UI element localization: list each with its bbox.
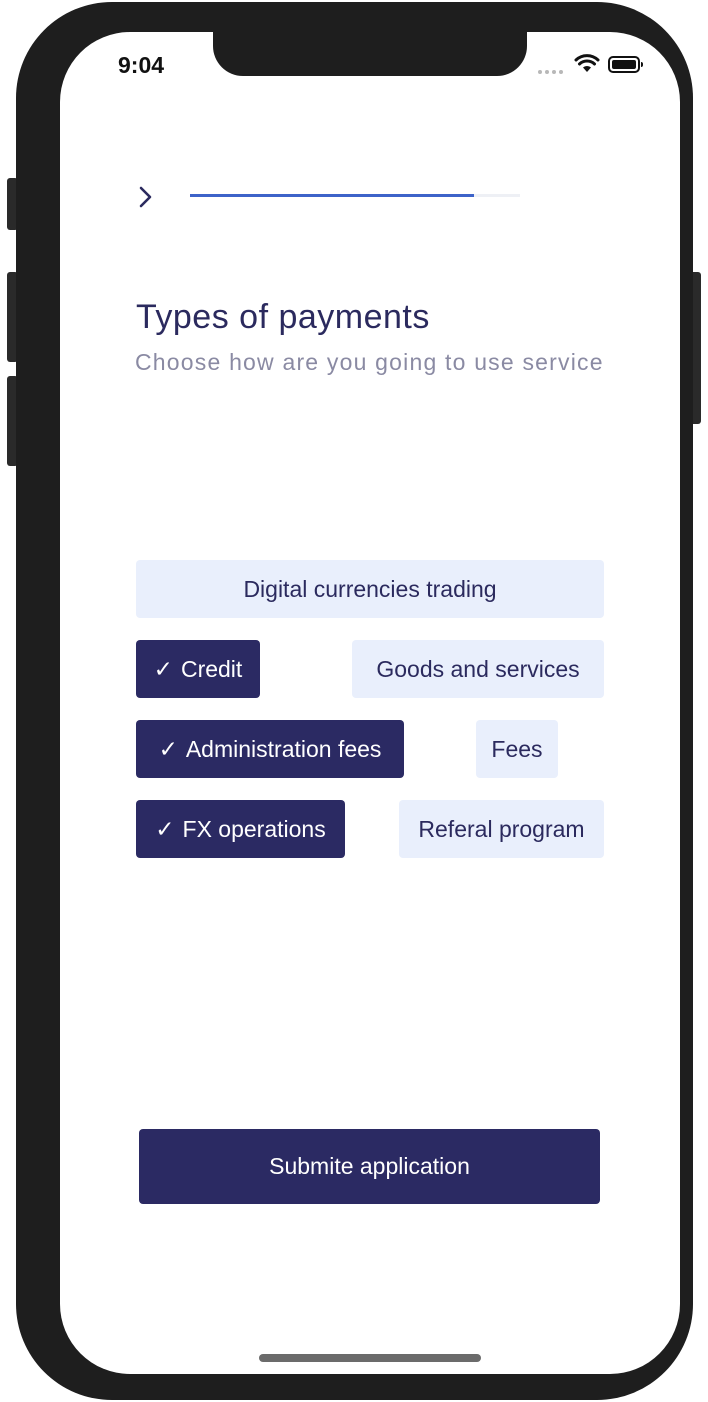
signal-icon bbox=[538, 70, 563, 74]
check-icon: ✓ bbox=[153, 655, 173, 682]
check-icon: ✓ bbox=[158, 735, 178, 762]
progress-bar bbox=[190, 194, 520, 197]
progress-fill bbox=[190, 194, 474, 197]
option-goods-and-services[interactable]: Goods and services bbox=[352, 640, 604, 698]
option-referal-program[interactable]: Referal program bbox=[399, 800, 604, 858]
option-label: Credit bbox=[180, 655, 243, 682]
option-label: Fees bbox=[491, 735, 543, 762]
option-label: Goods and services bbox=[376, 655, 580, 682]
option-label: Administration fees bbox=[185, 735, 382, 762]
submit-application-button[interactable]: Submite application bbox=[139, 1129, 600, 1204]
screen: 9:04 Types of payments Choose how are yo… bbox=[60, 32, 680, 1374]
home-indicator[interactable] bbox=[259, 1354, 481, 1362]
option-fees[interactable]: Fees bbox=[476, 720, 558, 778]
battery-icon bbox=[608, 56, 643, 73]
option-digital-currencies-trading[interactable]: Digital currencies trading bbox=[136, 560, 604, 618]
option-credit[interactable]: ✓ Credit bbox=[136, 640, 260, 698]
option-administration-fees[interactable]: ✓ Administration fees bbox=[136, 720, 404, 778]
device-frame: 9:04 Types of payments Choose how are yo… bbox=[16, 2, 693, 1400]
page-title: Types of payments bbox=[136, 298, 430, 336]
status-time: 9:04 bbox=[118, 52, 165, 78]
option-label: Referal program bbox=[418, 815, 585, 842]
option-label: FX operations bbox=[182, 815, 326, 842]
notch bbox=[213, 32, 527, 76]
page-subtitle: Choose how are you going to use service bbox=[135, 349, 604, 375]
chevron-right-icon[interactable] bbox=[136, 184, 156, 210]
option-fx-operations[interactable]: ✓ FX operations bbox=[136, 800, 345, 858]
submit-button-label: Submite application bbox=[269, 1153, 470, 1179]
option-label: Digital currencies trading bbox=[243, 575, 497, 602]
check-icon: ✓ bbox=[155, 815, 175, 842]
wifi-icon bbox=[574, 54, 600, 72]
